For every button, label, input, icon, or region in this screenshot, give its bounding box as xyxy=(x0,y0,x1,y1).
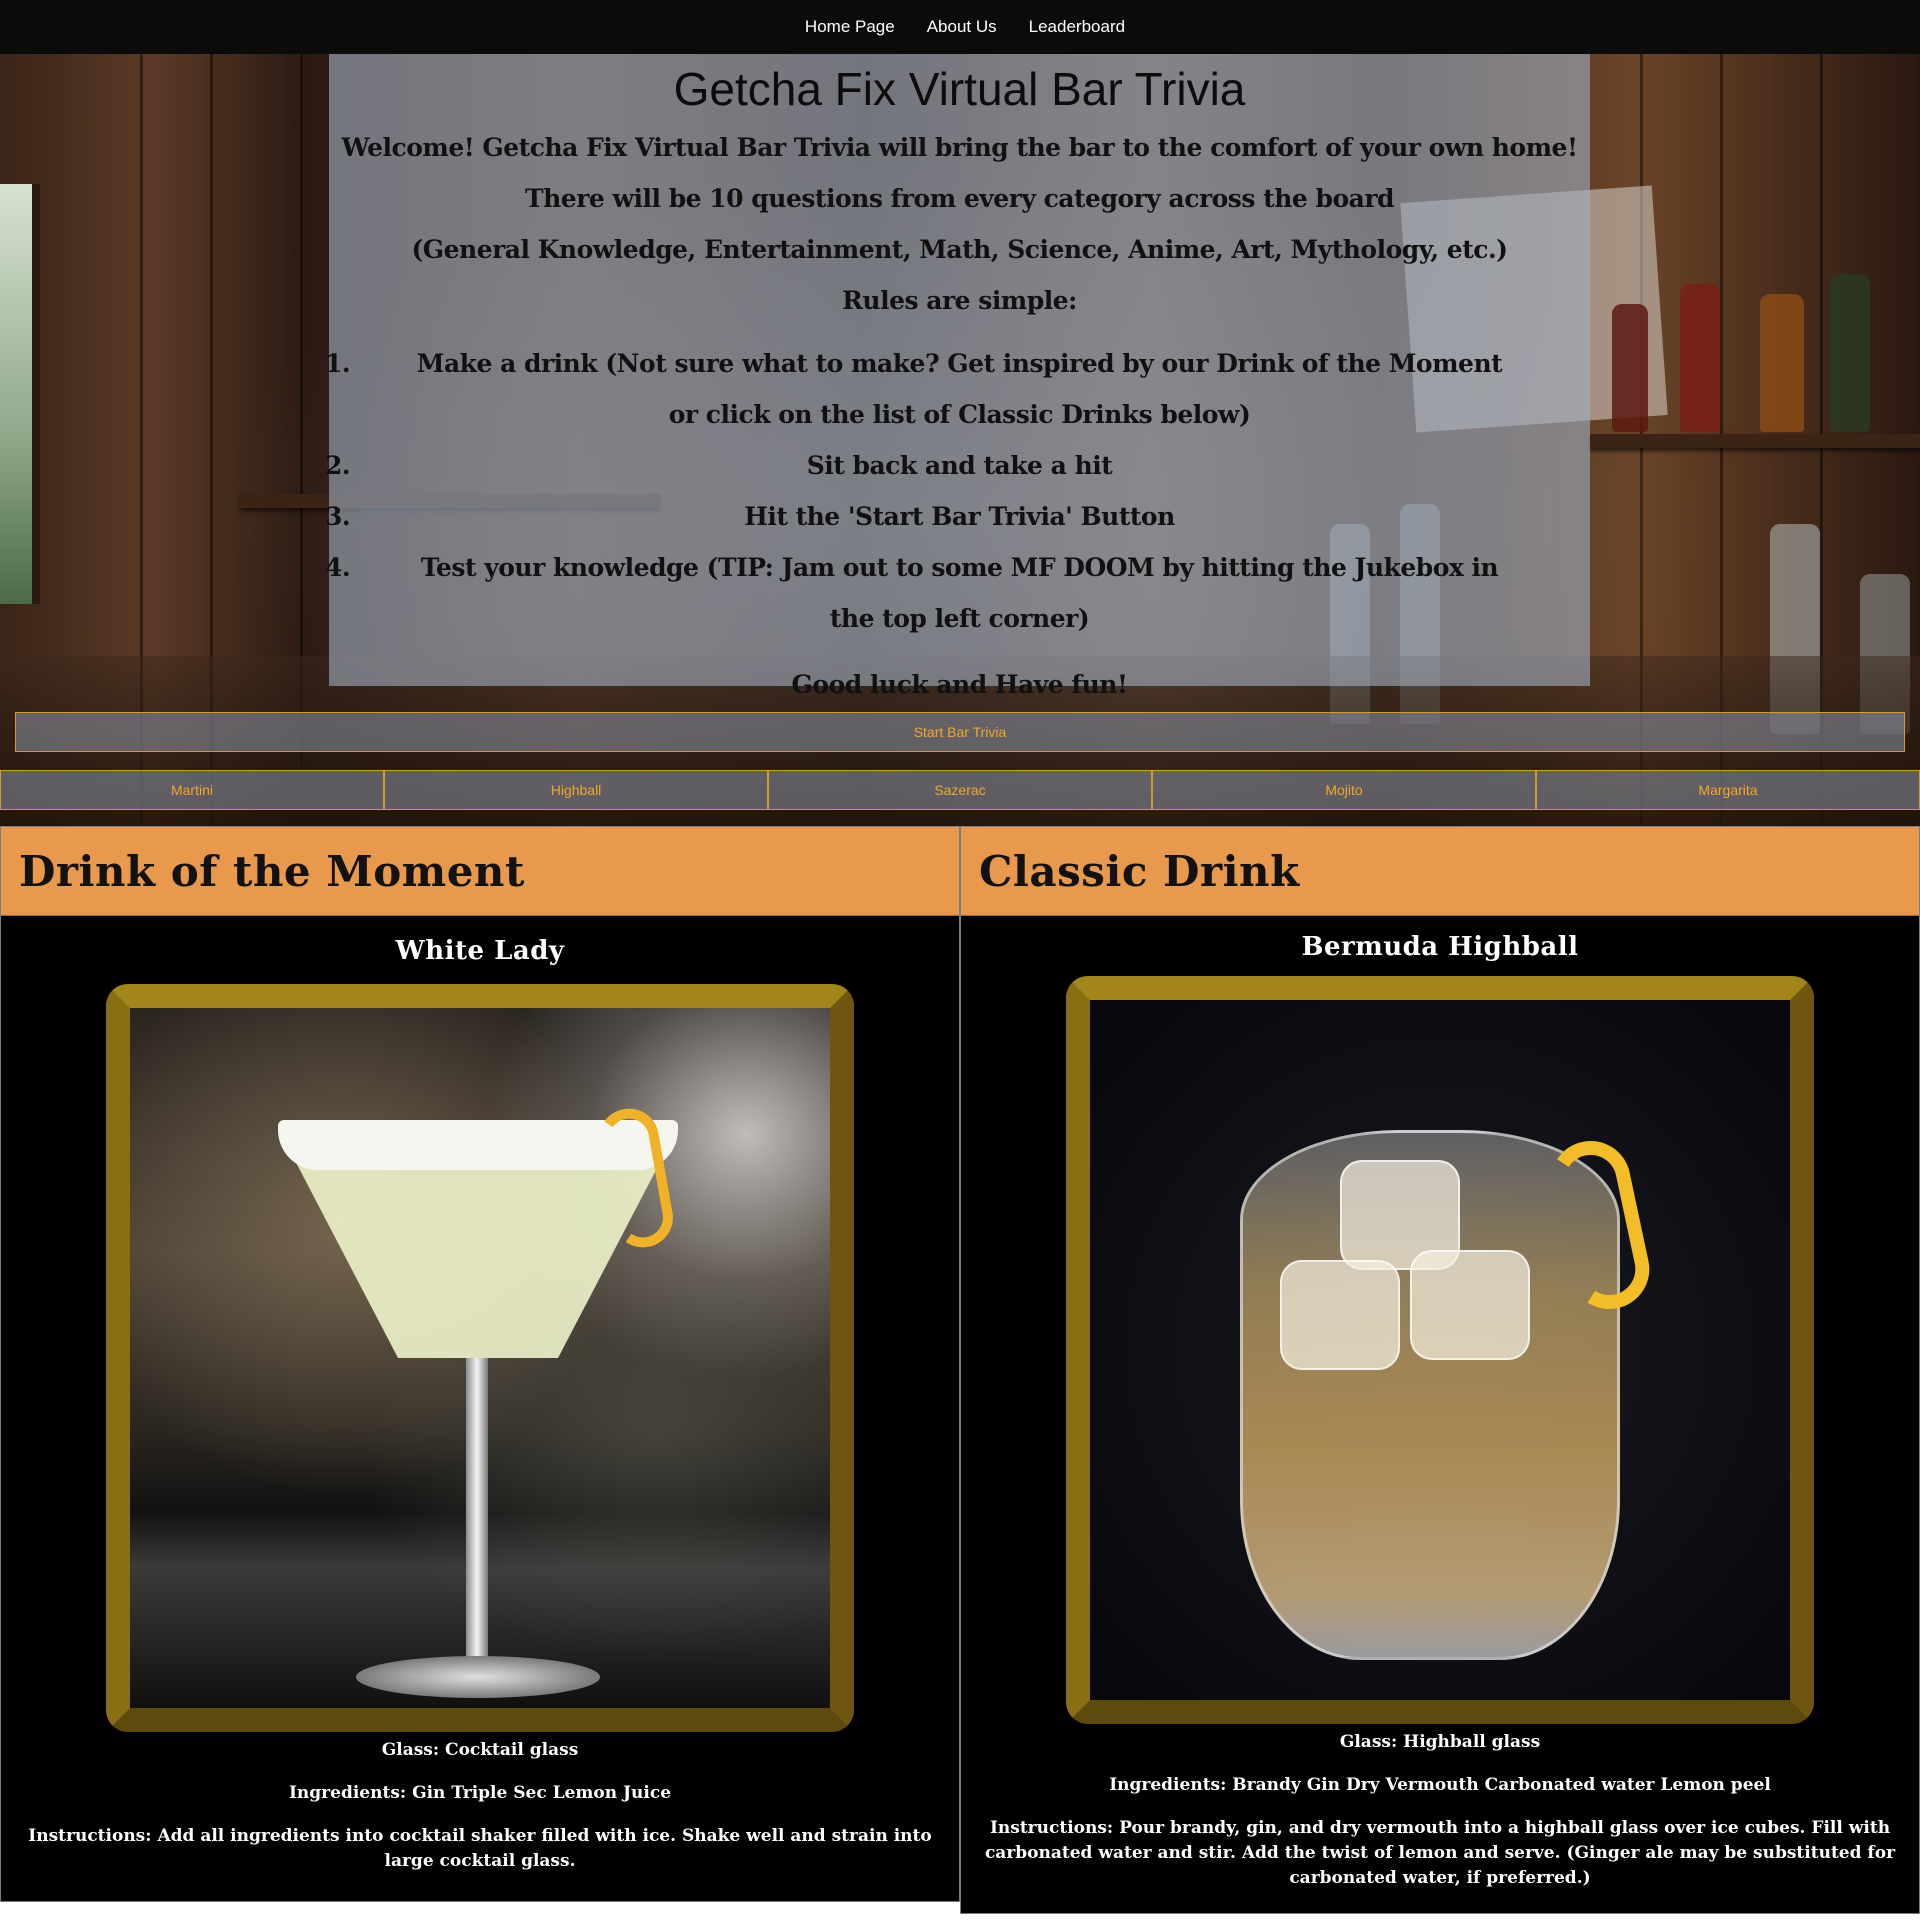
nav-about-us[interactable]: About Us xyxy=(927,17,997,37)
drink-name: Bermuda Highball xyxy=(1301,932,1579,962)
top-nav: Home Page About Us Leaderboard xyxy=(0,0,1920,54)
rule-number: 2. xyxy=(325,451,351,480)
rules-list: 1. Make a drink (Not sure what to make? … xyxy=(325,338,1590,644)
rule-number: 1. xyxy=(325,349,351,378)
rule-text: Hit the 'Start Bar Trivia' Button xyxy=(744,502,1175,531)
drink-of-moment-panel: Drink of the Moment White Lady Glass: Co… xyxy=(0,826,960,1902)
drink-glass: Glass: Cocktail glass xyxy=(381,1740,579,1760)
drink-name: White Lady xyxy=(395,936,565,966)
nav-leaderboard[interactable]: Leaderboard xyxy=(1029,17,1125,37)
drink-image-frame xyxy=(1066,976,1814,1724)
rule-number: 3. xyxy=(325,502,351,531)
drink-info: Glass: Cocktail glass Ingredients: Gin T… xyxy=(1,1738,959,1874)
rule-text: Sit back and take a hit xyxy=(806,451,1113,480)
rule-item: 4. Test your knowledge (TIP: Jam out to … xyxy=(325,542,1590,644)
drink-button-highball[interactable]: Highball xyxy=(384,770,768,810)
drink-ingredients: Ingredients: Gin Triple Sec Lemon Juice xyxy=(288,1783,672,1803)
bermuda-highball-photo xyxy=(1090,1000,1790,1700)
panel-heading: Drink of the Moment xyxy=(19,846,525,896)
hero-section: Getcha Fix Virtual Bar Trivia Welcome! G… xyxy=(0,54,1920,826)
rules-heading: Rules are simple: xyxy=(842,286,1077,315)
welcome-text: Welcome! Getcha Fix Virtual Bar Trivia w… xyxy=(341,133,1578,162)
drink-button-sazerac[interactable]: Sazerac xyxy=(768,770,1152,810)
drink-button-margarita[interactable]: Margarita xyxy=(1536,770,1920,810)
drink-glass: Glass: Highball glass xyxy=(1339,1732,1541,1752)
good-luck-text: Good luck and Have fun! xyxy=(791,670,1128,699)
panel-header: Drink of the Moment xyxy=(1,827,959,916)
bar-window xyxy=(0,184,40,604)
categories-text: (General Knowledge, Entertainment, Math,… xyxy=(411,235,1508,264)
classic-drink-panel: Classic Drink Bermuda Highball Glass: Hi… xyxy=(960,826,1920,1914)
start-bar-trivia-button[interactable]: Start Bar Trivia xyxy=(15,712,1905,752)
rule-item: 1. Make a drink (Not sure what to make? … xyxy=(325,338,1590,440)
panel-header: Classic Drink xyxy=(961,827,1919,916)
rule-text: Test your knowledge (TIP: Jam out to som… xyxy=(420,553,1499,633)
drink-button-mojito[interactable]: Mojito xyxy=(1152,770,1536,810)
drink-instructions: Instructions: Add all ingredients into c… xyxy=(28,1826,932,1871)
drink-button-martini[interactable]: Martini xyxy=(0,770,384,810)
drink-info: Glass: Highball glass Ingredients: Brand… xyxy=(961,1730,1919,1891)
panel-heading: Classic Drink xyxy=(979,846,1300,896)
classic-drinks-bar: Martini Highball Sazerac Mojito Margarit… xyxy=(0,770,1920,810)
intro-panel: Getcha Fix Virtual Bar Trivia Welcome! G… xyxy=(325,54,1590,699)
drink-ingredients: Ingredients: Brandy Gin Dry Vermouth Car… xyxy=(1109,1775,1771,1795)
rule-item: 2. Sit back and take a hit xyxy=(325,440,1590,491)
drink-instructions: Instructions: Pour brandy, gin, and dry … xyxy=(984,1818,1896,1888)
white-lady-photo xyxy=(130,1008,830,1708)
page-title: Getcha Fix Virtual Bar Trivia xyxy=(673,63,1246,115)
rule-text: Make a drink (Not sure what to make? Get… xyxy=(416,349,1503,429)
rule-item: 3. Hit the 'Start Bar Trivia' Button xyxy=(325,491,1590,542)
questions-text: There will be 10 questions from every ca… xyxy=(525,184,1394,213)
drink-image-frame xyxy=(106,984,854,1732)
rule-number: 4. xyxy=(325,553,351,582)
nav-home-page[interactable]: Home Page xyxy=(805,17,895,37)
